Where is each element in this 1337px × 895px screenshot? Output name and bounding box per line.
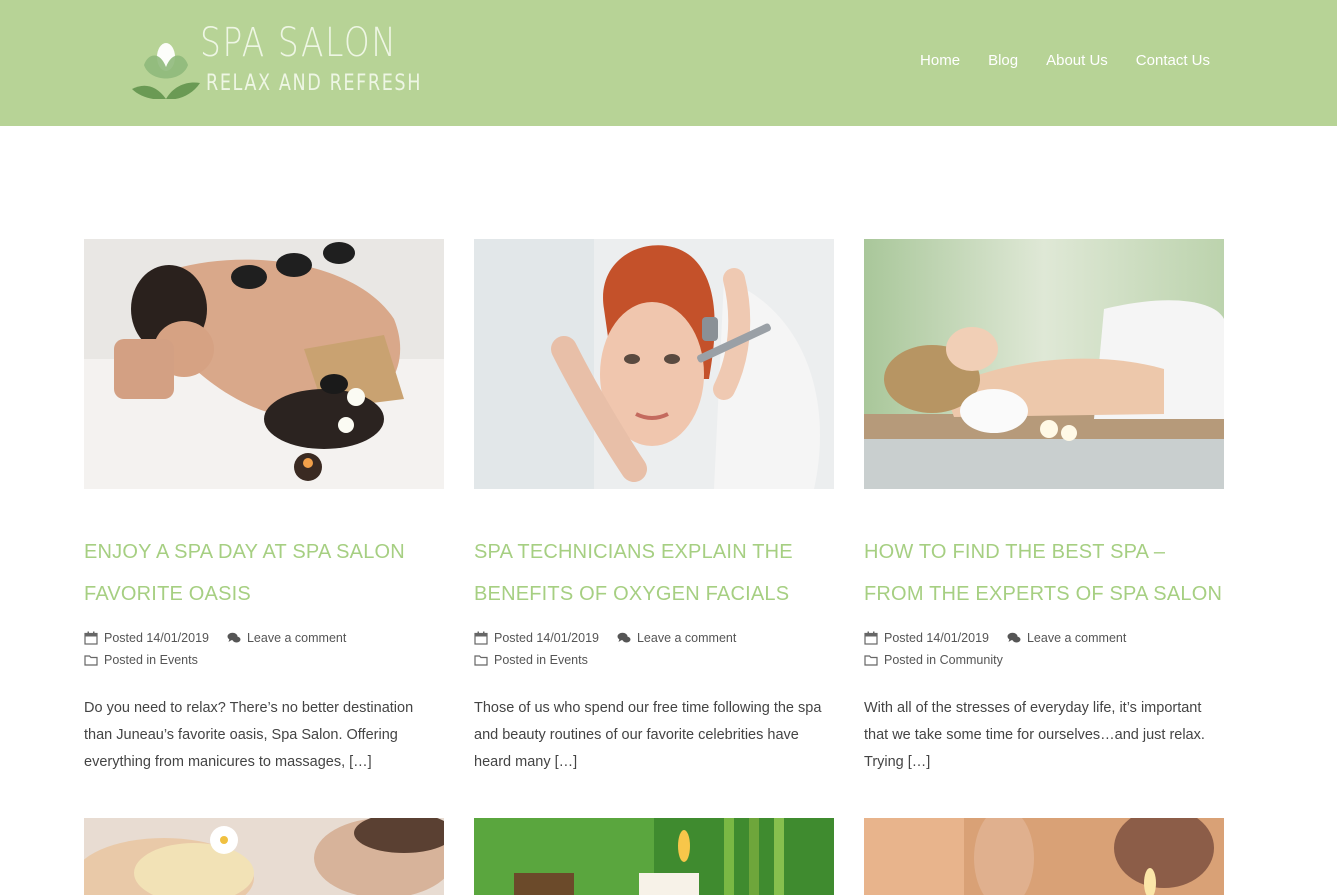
leave-comment-link[interactable]: Leave a comment: [637, 631, 736, 645]
post-thumbnail-foot-spa[interactable]: [864, 818, 1224, 895]
post-excerpt: With all of the stresses of everyday lif…: [864, 700, 1205, 770]
comment-bubbles-icon: [617, 632, 631, 643]
post-posted-label: Posted: [494, 631, 533, 645]
folder-icon: [474, 655, 488, 666]
post-thumbnail-hot-stone-massage[interactable]: [84, 239, 444, 489]
leave-comment-link[interactable]: Leave a comment: [247, 631, 346, 645]
post-meta: Posted 14/01/2019 Leave a comment Posted…: [84, 627, 444, 671]
calendar-icon: [474, 631, 488, 645]
nav-contact-us[interactable]: Contact Us: [1136, 52, 1210, 69]
post-category-label: Posted in: [884, 653, 937, 667]
site-title: SPA SALON: [200, 20, 398, 66]
post-meta: Posted 14/01/2019 Leave a comment Posted…: [864, 627, 1224, 671]
post-excerpt: Do you need to relax? There’s no better …: [84, 700, 414, 770]
post-thumbnail-relaxing-spa[interactable]: [864, 239, 1224, 489]
site-logo[interactable]: SPA SALON RELAX AND REFRESH: [130, 20, 420, 100]
site-header: SPA SALON RELAX AND REFRESH Home Blog Ab…: [0, 0, 1337, 126]
comment-bubbles-icon: [227, 632, 241, 643]
site-tagline: RELAX AND REFRESH: [206, 71, 423, 96]
couples-massage-image: [84, 818, 444, 895]
candles-bamboo-image: [474, 818, 834, 895]
main-nav: Home Blog About Us Contact Us: [920, 52, 1210, 69]
post-posted-label: Posted: [884, 631, 923, 645]
post-category-link[interactable]: Community: [940, 653, 1003, 667]
hot-stone-massage-image: [84, 239, 444, 489]
relaxing-spa-image: [864, 239, 1224, 489]
post-thumbnail-oxygen-facial[interactable]: [474, 239, 834, 489]
nav-blog[interactable]: Blog: [988, 52, 1018, 69]
lotus-logo-icon: [132, 43, 200, 99]
post-thumbnail-candles-bamboo[interactable]: [474, 818, 834, 895]
post-title[interactable]: Enjoy a spa day at Spa Salon favorite oa…: [84, 531, 444, 615]
foot-spa-image: [864, 818, 1224, 895]
calendar-icon: [864, 631, 878, 645]
post-category-link[interactable]: Events: [550, 653, 588, 667]
post-title[interactable]: Spa Technicians Explain the Benefits of …: [474, 531, 834, 615]
post-thumbnail-couples-massage[interactable]: [84, 818, 444, 895]
post-title[interactable]: How to Find the Best Spa – From the Expe…: [864, 531, 1224, 615]
post-posted-label: Posted: [104, 631, 143, 645]
post-date[interactable]: 14/01/2019: [926, 631, 989, 645]
post-date[interactable]: 14/01/2019: [146, 631, 209, 645]
post-excerpt: Those of us who spend our free time foll…: [474, 700, 822, 770]
post-category-link[interactable]: Events: [160, 653, 198, 667]
oxygen-facial-image: [474, 239, 834, 489]
post-card: Spa Technicians Explain the Benefits of …: [474, 239, 834, 776]
folder-icon: [864, 655, 878, 666]
post-category-label: Posted in: [494, 653, 547, 667]
post-meta: Posted 14/01/2019 Leave a comment Posted…: [474, 627, 834, 671]
nav-home[interactable]: Home: [920, 52, 960, 69]
leave-comment-link[interactable]: Leave a comment: [1027, 631, 1126, 645]
post-category-label: Posted in: [104, 653, 157, 667]
calendar-icon: [84, 631, 98, 645]
nav-about-us[interactable]: About Us: [1046, 52, 1108, 69]
post-card: Enjoy a spa day at Spa Salon favorite oa…: [84, 239, 444, 776]
folder-icon: [84, 655, 98, 666]
post-date[interactable]: 14/01/2019: [536, 631, 599, 645]
comment-bubbles-icon: [1007, 632, 1021, 643]
post-card: How to Find the Best Spa – From the Expe…: [864, 239, 1224, 776]
